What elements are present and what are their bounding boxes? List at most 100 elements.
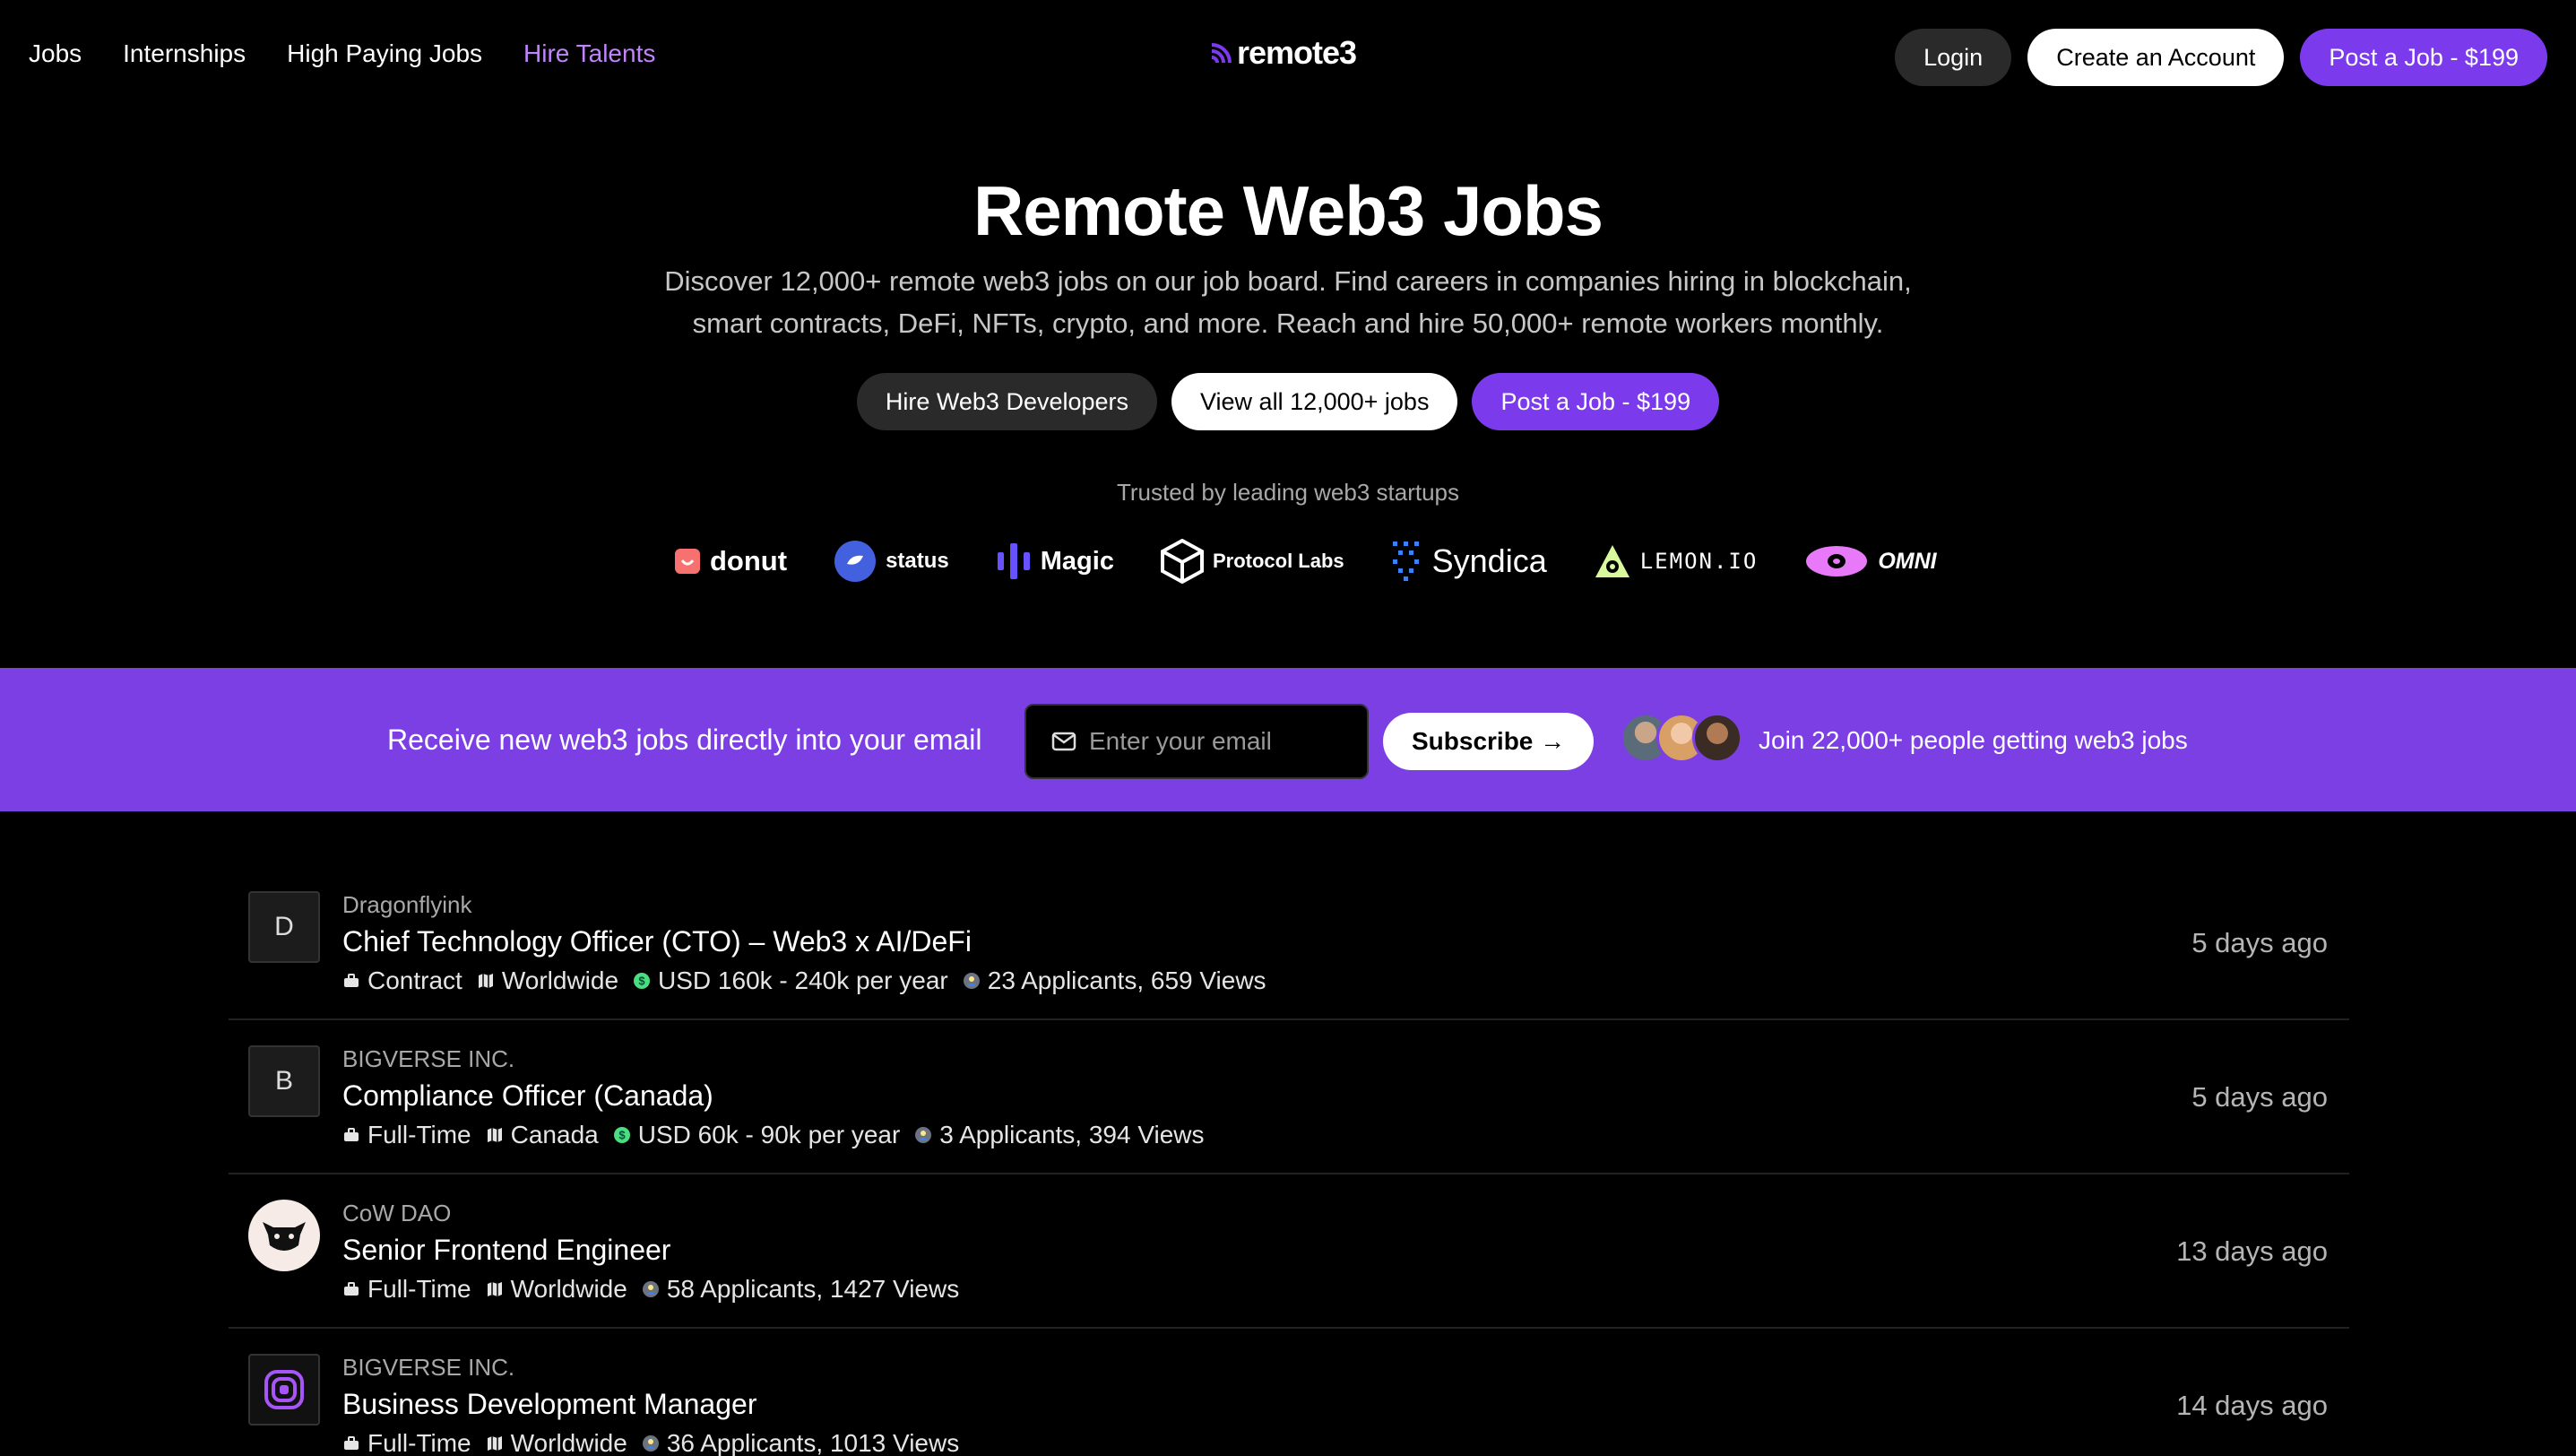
job-title[interactable]: Compliance Officer (Canada) — [342, 1079, 713, 1113]
job-type: Full-Time — [367, 1275, 471, 1303]
nav-actions: Login Create an Account Post a Job - $19… — [1895, 29, 2547, 86]
trusted-by-text: Trusted by leading web3 startups — [1116, 479, 1460, 506]
job-posted-date: 13 days ago — [2176, 1235, 2328, 1267]
nav-link-internships[interactable]: Internships — [123, 39, 246, 68]
email-input[interactable] — [1089, 727, 1358, 756]
company-name: CoW DAO — [342, 1200, 452, 1226]
job-meta: Full-Time Worldwide 58 Applicants, 1427 … — [342, 1275, 959, 1304]
cow-logo-icon — [263, 1222, 306, 1251]
applicants-icon — [642, 1281, 659, 1297]
job-meta: Contract Worldwide $ USD 160k - 240k per … — [342, 966, 1266, 995]
briefcase-icon — [344, 974, 359, 987]
map-icon — [478, 974, 493, 988]
create-account-button[interactable]: Create an Account — [2027, 29, 2285, 86]
job-type: Contract — [367, 966, 462, 994]
job-stats: 3 Applicants, 394 Views — [939, 1121, 1205, 1148]
job-row[interactable]: B BIGVERSE INC. Compliance Officer (Cana… — [229, 1020, 2349, 1174]
hire-developers-button[interactable]: Hire Web3 Developers — [856, 373, 1158, 430]
protocol-labs-icon — [1160, 539, 1204, 584]
brand-syndica: Syndica — [1391, 540, 1547, 583]
signal-logo-icon — [1211, 43, 1232, 64]
brand-donut: donut — [674, 545, 787, 577]
site-logo[interactable]: remote3 — [1210, 34, 1357, 72]
job-posted-date: 14 days ago — [2176, 1390, 2328, 1421]
job-type: Full-Time — [367, 1429, 471, 1456]
view-all-jobs-button[interactable]: View all 12,000+ jobs — [1171, 373, 1458, 430]
brand-magic: Magic — [996, 540, 1114, 583]
hero-title: Remote Web3 Jobs — [972, 171, 1604, 250]
nav-links: Jobs Internships High Paying Jobs Hire T… — [29, 39, 655, 68]
donut-icon — [675, 549, 700, 574]
brand-omni: OMNI — [1804, 544, 1937, 578]
brand-lemon-io: LEMON.IO — [1594, 543, 1759, 579]
lemon-io-icon — [1595, 545, 1629, 577]
job-posted-date: 5 days ago — [2191, 1081, 2328, 1113]
top-nav: Jobs Internships High Paying Jobs Hire T… — [0, 0, 2576, 115]
applicants-icon — [642, 1435, 659, 1452]
job-list: D Dragonflyink Chief Technology Officer … — [229, 866, 2349, 1456]
syndica-icon — [1392, 542, 1419, 581]
email-field-wrapper — [1024, 704, 1369, 779]
job-title[interactable]: Business Development Manager — [342, 1388, 756, 1421]
job-meta: Full-Time Canada $ USD 60k - 90k per year… — [342, 1121, 1205, 1149]
login-button[interactable]: Login — [1895, 29, 2012, 86]
job-posted-date: 5 days ago — [2191, 927, 2328, 958]
brand-status: status — [834, 540, 949, 583]
job-stats: 58 Applicants, 1427 Views — [666, 1275, 960, 1303]
hero-subtitle-line-2: smart contracts, DeFi, NFTs, crypto, and… — [692, 308, 1884, 339]
nav-link-high-paying-jobs[interactable]: High Paying Jobs — [287, 39, 482, 68]
company-logo — [248, 1354, 320, 1426]
company-logo — [248, 1200, 320, 1271]
job-row[interactable]: BIGVERSE INC. Business Development Manag… — [229, 1329, 2349, 1456]
hero-post-job-button[interactable]: Post a Job - $199 — [1472, 373, 1720, 430]
magic-icon — [997, 543, 1030, 579]
company-name: Dragonflyink — [342, 891, 472, 918]
job-title[interactable]: Chief Technology Officer (CTO) – Web3 x … — [342, 925, 972, 958]
svg-text:$: $ — [618, 1129, 626, 1142]
briefcase-icon — [344, 1128, 359, 1141]
newsletter-banner: Receive new web3 jobs directly into your… — [0, 668, 2576, 811]
job-stats: 23 Applicants, 659 Views — [987, 966, 1266, 994]
map-icon — [487, 1282, 502, 1296]
newsletter-text: Receive new web3 jobs directly into your… — [387, 724, 982, 756]
status-icon — [834, 541, 877, 582]
company-name: BIGVERSE INC. — [342, 1354, 515, 1381]
hero-buttons: Hire Web3 Developers View all 12,000+ jo… — [0, 373, 2576, 430]
join-count-text: Join 22,000+ people getting web3 jobs — [1759, 726, 2188, 754]
money-icon: $ — [634, 973, 651, 989]
company-logo: B — [248, 1045, 320, 1117]
job-salary: USD 160k - 240k per year — [658, 966, 948, 994]
svg-text:$: $ — [638, 975, 645, 988]
omni-icon — [1806, 546, 1868, 576]
nav-link-hire-talents[interactable]: Hire Talents — [523, 39, 655, 68]
job-location: Worldwide — [510, 1429, 627, 1456]
bigverse-logo-icon — [264, 1370, 304, 1409]
subscribe-button[interactable]: Subscribe → — [1383, 713, 1595, 770]
applicants-icon — [963, 973, 980, 989]
nav-link-jobs[interactable]: Jobs — [29, 39, 82, 68]
briefcase-icon — [344, 1436, 359, 1450]
job-salary: USD 60k - 90k per year — [637, 1121, 901, 1148]
map-icon — [487, 1436, 502, 1451]
job-location: Worldwide — [501, 966, 619, 994]
job-title[interactable]: Senior Frontend Engineer — [342, 1234, 670, 1267]
company-logo: D — [248, 891, 320, 963]
job-meta: Full-Time Worldwide 36 Applicants, 1013 … — [342, 1429, 959, 1456]
company-name: BIGVERSE INC. — [342, 1045, 515, 1072]
subscriber-avatars — [1621, 713, 1742, 763]
job-stats: 36 Applicants, 1013 Views — [666, 1429, 960, 1456]
job-row[interactable]: CoW DAO Senior Frontend Engineer Full-Ti… — [229, 1174, 2349, 1329]
job-type: Full-Time — [367, 1121, 471, 1148]
money-icon: $ — [613, 1127, 630, 1143]
brand-protocol-labs: Protocol Labs — [1160, 539, 1344, 584]
applicants-icon — [915, 1127, 932, 1143]
post-job-button[interactable]: Post a Job - $199 — [2300, 29, 2547, 86]
logo-text: remote3 — [1237, 34, 1357, 71]
job-row[interactable]: D Dragonflyink Chief Technology Officer … — [229, 866, 2349, 1020]
mail-icon — [1051, 732, 1076, 751]
job-location: Canada — [510, 1121, 599, 1148]
hero-subtitle: Discover 12,000+ remote web3 jobs on our… — [616, 260, 1960, 344]
hero-subtitle-line-1: Discover 12,000+ remote web3 jobs on our… — [664, 265, 1912, 297]
briefcase-icon — [344, 1282, 359, 1296]
brand-logos: donut status Magic Protocol Labs Syndica… — [674, 534, 1937, 588]
